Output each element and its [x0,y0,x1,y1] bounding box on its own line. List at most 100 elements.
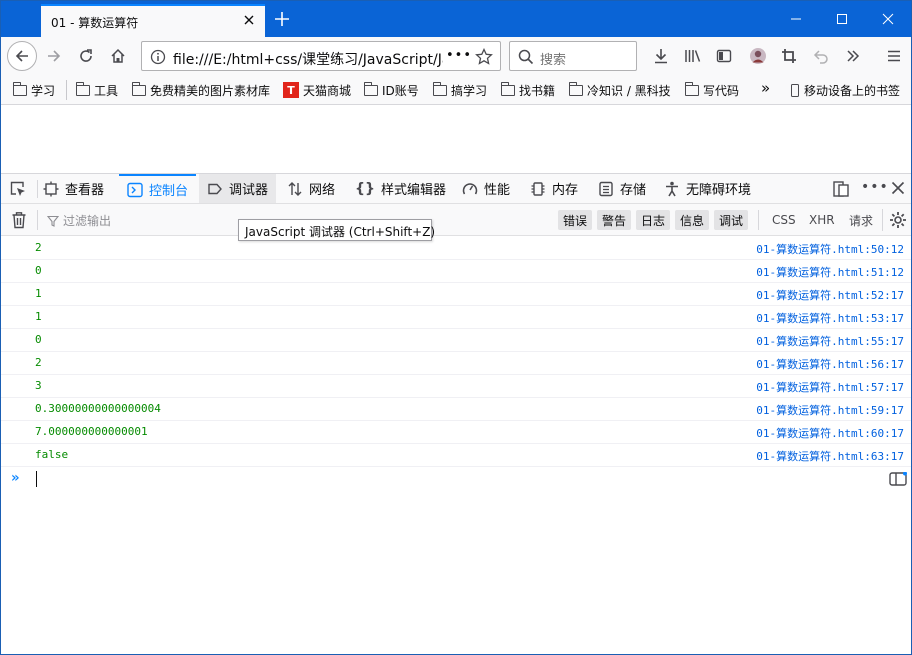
folder-icon [132,81,146,96]
log-value: 0.30000000000000004 [35,402,161,415]
bookmark-label: 搞学习 [451,83,488,98]
minimize-icon[interactable] [773,1,819,37]
filter-css-button[interactable]: CSS [767,210,801,230]
library-icon[interactable] [678,41,708,71]
log-source-link[interactable]: 01-算数运算符.html:63:17 [756,448,904,464]
bookmark-folder[interactable]: 冷知识 / 黑科技 [569,81,671,99]
tab-label: 样式编辑器 [380,183,446,198]
dock-side-icon[interactable] [832,180,850,201]
debugger-tooltip: JavaScript 调试器 (Ctrl+Shift+Z) [238,219,435,241]
bookmark-label: 冷知识 / 黑科技 [587,83,671,98]
folder-icon [364,81,378,96]
bookmark-folder[interactable]: 写代码 [685,81,739,99]
tab-label: 存储 [620,183,647,198]
tab-label: 查看器 [65,183,105,198]
split-console-icon[interactable] [889,471,907,486]
log-source-link[interactable]: 01-算数运算符.html:60:17 [756,425,904,441]
tab-network[interactable]: 网络 [287,174,335,203]
log-source-link[interactable]: 01-算数运算符.html:57:17 [756,379,904,395]
url-text[interactable]: file:///E:/html+css/课堂练习/JavaScript/Ja [173,49,443,69]
log-source-link[interactable]: 01-算数运算符.html:51:12 [756,264,904,280]
undo-icon[interactable] [806,41,836,71]
tab-accessibility[interactable]: 无障碍环境 [664,174,751,203]
new-tab-icon[interactable] [271,8,293,30]
style-editor-icon: {} [355,180,375,197]
bookmarks-overflow-icon[interactable]: » [761,79,770,97]
log-value: 0 [35,264,42,277]
filter-requests-button[interactable]: 请求 [844,210,878,230]
bookmark-folder[interactable]: 找书籍 [501,81,555,99]
log-source-link[interactable]: 01-算数运算符.html:59:17 [756,402,904,418]
tab-storage[interactable]: 存储 [598,174,646,203]
bookmark-label: 写代码 [703,83,740,98]
reload-icon[interactable] [71,41,101,71]
tab-debugger[interactable]: 调试器 [199,174,277,203]
forward-icon[interactable] [39,41,69,71]
filter-debug-button[interactable]: 调试 [714,210,749,230]
download-icon[interactable] [646,41,676,71]
filter-logs-button[interactable]: 日志 [636,210,671,230]
folder-icon [569,81,583,96]
sidebar-icon[interactable] [709,41,739,71]
tab-style-editor[interactable]: {} 样式编辑器 [355,174,446,203]
search-bar[interactable]: 搜索 [509,41,637,71]
bookmark-label: 天猫商城 [303,83,352,98]
log-source-link[interactable]: 01-算数运算符.html:50:12 [756,241,904,257]
bookmark-folder[interactable]: 学习 [13,81,55,99]
close-devtools-icon[interactable] [890,180,906,199]
console-filter-bar: 过滤输出 错误 警告 日志 信息 调试 CSS XHR 请求 [1,204,911,236]
tab-console[interactable]: 控制台 [119,174,197,203]
maximize-icon[interactable] [819,1,865,37]
log-source-link[interactable]: 01-算数运算符.html:55:17 [756,333,904,349]
filter-xhr-button[interactable]: XHR [804,210,840,230]
console-input[interactable]: » [1,467,911,491]
element-picker-icon[interactable] [9,180,27,201]
log-source-link[interactable]: 01-算数运算符.html:53:17 [756,310,904,326]
log-source-link[interactable]: 01-算数运算符.html:52:17 [756,287,904,303]
profile-avatar-icon[interactable] [743,41,773,71]
tab-memory[interactable]: 内存 [530,174,578,203]
home-icon[interactable] [103,41,133,71]
close-window-icon[interactable] [865,1,911,37]
bookmark-label: 找书籍 [519,83,556,98]
filter-output-input[interactable]: 过滤输出 [47,212,111,229]
filter-info-button[interactable]: 信息 [675,210,710,230]
tab-label: 性能 [484,183,511,198]
bookmark-folder[interactable]: 免费精美的图片素材库 [132,81,270,99]
folder-icon [433,81,447,96]
screenshot-crop-icon[interactable] [774,41,804,71]
tab-close-icon[interactable] [241,12,257,28]
log-value: 7.000000000000001 [35,425,148,438]
filter-warnings-button[interactable]: 警告 [597,210,632,230]
settings-gear-icon[interactable] [889,211,907,232]
mobile-bookmarks[interactable]: 移动设备上的书签 [791,81,900,99]
menu-icon[interactable] [879,41,909,71]
bookmark-link[interactable]: T 天猫商城 [283,81,351,99]
url-bar[interactable]: file:///E:/html+css/课堂练习/JavaScript/Ja •… [141,41,501,71]
filter-errors-button[interactable]: 错误 [558,210,593,230]
bookmark-star-icon[interactable] [475,47,493,69]
bookmark-folder[interactable]: ID账号 [364,81,419,99]
overflow-chevron-icon[interactable] [838,41,868,71]
log-source-link[interactable]: 01-算数运算符.html:56:17 [756,356,904,372]
info-icon[interactable] [150,49,166,68]
bookmarks-toolbar: 学习 工具 免费精美的图片素材库 T 天猫商城 ID账号 搞学习 找书籍 冷知识… [1,75,911,105]
network-icon [287,181,303,197]
trash-icon[interactable] [11,211,27,232]
bookmark-folder[interactable]: 工具 [76,81,118,99]
bookmark-separator [66,80,67,100]
tab-inspector[interactable]: 查看器 [43,174,104,203]
console-output: 2 01-算数运算符.html:50:12 0 01-算数运算符.html:51:1… [1,237,911,467]
page-actions-icon[interactable]: ••• [446,48,472,63]
log-value: 1 [35,287,42,300]
devtools-more-icon[interactable]: ••• [861,179,889,195]
browser-tab[interactable]: 01 - 算数运算符 [41,4,265,37]
tab-performance[interactable]: 性能 [462,174,510,203]
log-row: 0.30000000000000004 01-算数运算符.html:59:17 [1,398,911,421]
log-value: 1 [35,310,42,323]
bookmark-label: ID账号 [382,83,419,98]
memory-icon [530,181,546,197]
bookmark-folder[interactable]: 搞学习 [433,81,487,99]
log-row: false 01-算数运算符.html:63:17 [1,444,911,467]
back-icon[interactable] [7,41,37,71]
